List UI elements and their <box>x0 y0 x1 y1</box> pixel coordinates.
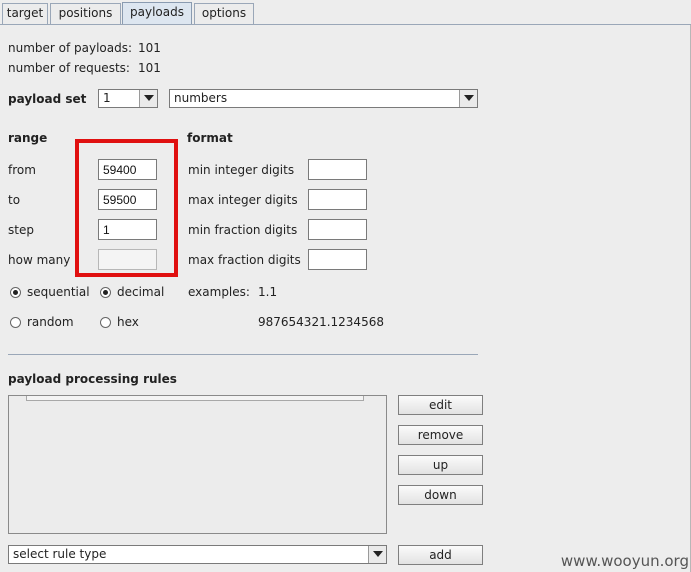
example-value-long: 987654321.1234568 <box>258 315 384 329</box>
add-button[interactable]: add <box>398 545 483 565</box>
chevron-down-icon <box>464 95 474 101</box>
edit-button[interactable]: edit <box>398 395 483 415</box>
payload-set-dropdown-button[interactable] <box>139 90 157 107</box>
tab-positions[interactable]: positions <box>50 3 121 24</box>
max-integer-label: max integer digits <box>188 193 298 207</box>
payload-type-value: numbers <box>174 91 228 105</box>
payload-set-select[interactable]: 1 <box>98 89 158 108</box>
tab-target[interactable]: target <box>2 3 48 24</box>
request-count-value: 101 <box>138 61 161 75</box>
min-fraction-input[interactable] <box>308 219 367 240</box>
processing-rules-heading: payload processing rules <box>8 372 177 386</box>
payload-count-value: 101 <box>138 41 161 55</box>
rule-type-dropdown-button[interactable] <box>368 546 386 563</box>
payload-type-select[interactable]: numbers <box>169 89 478 108</box>
random-label: random <box>27 315 74 329</box>
step-label: step <box>8 223 34 237</box>
hex-label: hex <box>117 315 139 329</box>
sequential-radio[interactable] <box>10 287 21 298</box>
request-count-label: number of requests: <box>8 61 130 75</box>
remove-button[interactable]: remove <box>398 425 483 445</box>
down-button[interactable]: down <box>398 485 483 505</box>
min-integer-input[interactable] <box>308 159 367 180</box>
payload-set-value: 1 <box>103 91 111 105</box>
rule-type-value: select rule type <box>13 547 107 561</box>
watermark: www.wooyun.org <box>560 552 689 570</box>
tab-payloads[interactable]: payloads <box>122 2 192 25</box>
min-integer-label: min integer digits <box>188 163 295 177</box>
section-divider <box>8 354 478 355</box>
tab-options[interactable]: options <box>194 3 254 24</box>
format-heading: format <box>187 131 233 145</box>
max-fraction-label: max fraction digits <box>188 253 301 267</box>
chevron-down-icon <box>373 551 383 557</box>
to-label: to <box>8 193 21 207</box>
up-button[interactable]: up <box>398 455 483 475</box>
highlight-box <box>75 139 178 277</box>
max-fraction-input[interactable] <box>308 249 367 270</box>
rule-type-select[interactable]: select rule type <box>8 545 387 564</box>
hex-radio[interactable] <box>100 317 111 328</box>
examples-label: examples: <box>188 285 250 299</box>
payload-type-dropdown-button[interactable] <box>459 90 477 107</box>
decimal-radio[interactable] <box>100 287 111 298</box>
range-heading: range <box>8 131 48 145</box>
how-many-label: how many <box>8 253 71 267</box>
list-header-strip <box>26 396 364 401</box>
max-integer-input[interactable] <box>308 189 367 210</box>
example-value-short: 1.1 <box>258 285 278 299</box>
min-fraction-label: min fraction digits <box>188 223 298 237</box>
decimal-label: decimal <box>117 285 165 299</box>
payload-count-label: number of payloads: <box>8 41 133 55</box>
random-radio[interactable] <box>10 317 21 328</box>
processing-rules-list[interactable] <box>8 395 387 534</box>
sequential-label: sequential <box>27 285 90 299</box>
payload-set-label: payload set <box>8 92 87 106</box>
tab-bar: target positions payloads options <box>0 0 691 25</box>
from-label: from <box>8 163 36 177</box>
chevron-down-icon <box>144 95 154 101</box>
